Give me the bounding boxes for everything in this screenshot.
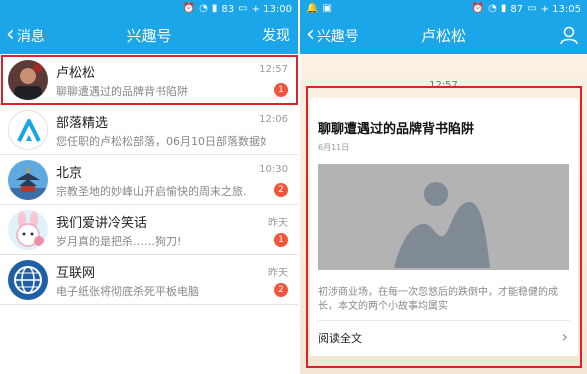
unread-badge: 1 (274, 233, 288, 247)
unread-badge: 2 (274, 283, 288, 297)
item-time: 12:06 (259, 114, 288, 125)
article-date: 6月11日 (318, 143, 350, 152)
avatar (8, 160, 48, 200)
item-name: 北京 (56, 166, 83, 181)
profile-button[interactable] (559, 25, 579, 45)
battery-level: 87 (510, 3, 524, 15)
card-divider (318, 320, 570, 321)
avatar (8, 110, 48, 150)
list-item-buluo[interactable]: 部落精选 您任职的卢松松部落，06月10日部落数据如下... 12:06 (0, 105, 298, 155)
unread-badge: 2 (274, 183, 288, 197)
item-preview: 您任职的卢松松部落，06月10日部落数据如下... (56, 135, 266, 148)
wifi-icon: ◔ (199, 3, 208, 14)
article-image-placeholder (318, 164, 569, 270)
chevron-left-icon: ‹ (6, 22, 15, 47)
notification-icons: 🔔 ▣ (306, 4, 332, 14)
item-name: 部落精选 (56, 116, 109, 131)
message-timestamp: 12:57 (429, 80, 458, 91)
battery-level: 83 (221, 3, 235, 15)
top-nav-bar: ‹ 兴趣号 卢松松 (300, 18, 587, 54)
item-time: 昨天 (268, 268, 288, 279)
chevron-left-icon: ‹ (306, 22, 315, 47)
back-label: 消息 (16, 29, 45, 45)
list-item-lusongsong[interactable]: 卢松松 聊聊遭遇过的品牌背书陷阱 12:57 1 (0, 55, 298, 105)
bell-icon: 🔔 (306, 3, 319, 14)
item-time: 昨天 (268, 218, 288, 229)
article-card[interactable]: 聊聊遭遇过的品牌背书陷阱 6月11日 初涉商业场，在每一次忽悠后的跌倒中，才能稳… (310, 98, 578, 356)
item-time: 10:30 (259, 164, 288, 175)
interest-list-screen: ⏰ ◔ ▮ 83 ▭ + 13:00 ‹ 消息 兴趣号 发现 卢松松 聊聊遭遇过… (0, 0, 298, 374)
article-screen: 🔔 ▣ ⏰ ◔ ▮ 87 ▭ + 13:05 ‹ 兴趣号 卢松松 12:57 聊… (300, 0, 587, 374)
list-item-internet[interactable]: 互联网 电子纸张将彻底杀死平板电脑 昨天 2 (0, 255, 298, 305)
battery-icon: ▭ (238, 3, 248, 14)
chevron-right-icon[interactable]: › (562, 327, 568, 346)
subscription-list: 卢松松 聊聊遭遇过的品牌背书陷阱 12:57 1 部落精选 您任职的卢松松部落，… (0, 55, 298, 305)
item-name: 互联网 (56, 266, 96, 281)
avatar (8, 60, 48, 100)
back-label: 兴趣号 (316, 29, 359, 45)
read-more-link[interactable]: 阅读全文 (318, 330, 362, 346)
article-title: 聊聊遭遇过的品牌背书陷阱 (318, 122, 475, 137)
status-bar: 🔔 ▣ ⏰ ◔ ▮ 87 ▭ + 13:05 (300, 0, 587, 18)
article-summary: 初涉商业场，在每一次忽悠后的跌倒中，才能稳健的成长，本文的两个小故事均属实 (318, 287, 558, 312)
signal-icon: ▮ (500, 3, 507, 14)
list-item-beijing[interactable]: 北京 宗教圣地的妙峰山开启愉快的周末之旅. 10:30 2 (0, 155, 298, 205)
alarm-icon: ⏰ (182, 3, 196, 14)
image-icon: ▣ (322, 3, 332, 14)
item-preview: 电子纸张将彻底杀死平板电脑 (56, 285, 199, 298)
avatar (8, 210, 48, 250)
avatar (8, 260, 48, 300)
status-bar: ⏰ ◔ ▮ 83 ▭ + 13:00 (0, 0, 298, 18)
item-preview: 宗教圣地的妙峰山开启愉快的周末之旅. (56, 185, 247, 198)
item-preview: 聊聊遭遇过的品牌背书陷阱 (56, 85, 188, 98)
image-placeholder-icon (394, 182, 490, 268)
item-name: 我们爱讲冷笑话 (56, 216, 148, 231)
alarm-icon: ⏰ (471, 3, 485, 14)
clock: + 13:05 (540, 3, 581, 15)
discover-button[interactable]: 发现 (262, 18, 290, 54)
back-button[interactable]: ‹ 兴趣号 (306, 18, 359, 54)
wifi-icon: ◔ (488, 3, 497, 14)
item-preview: 岁月真的是把杀……狗刀! (56, 235, 182, 248)
top-nav-bar: ‹ 消息 兴趣号 发现 (0, 18, 298, 54)
user-icon (560, 26, 578, 45)
unread-badge: 1 (274, 83, 288, 97)
clock: + 13:00 (251, 3, 292, 15)
signal-icon: ▮ (211, 3, 218, 14)
list-item-jokes[interactable]: 我们爱讲冷笑话 岁月真的是把杀……狗刀! 昨天 1 (0, 205, 298, 255)
item-time: 12:57 (259, 64, 288, 75)
back-button[interactable]: ‹ 消息 (6, 18, 45, 54)
item-name: 卢松松 (56, 66, 96, 81)
battery-icon: ▭ (527, 3, 537, 14)
